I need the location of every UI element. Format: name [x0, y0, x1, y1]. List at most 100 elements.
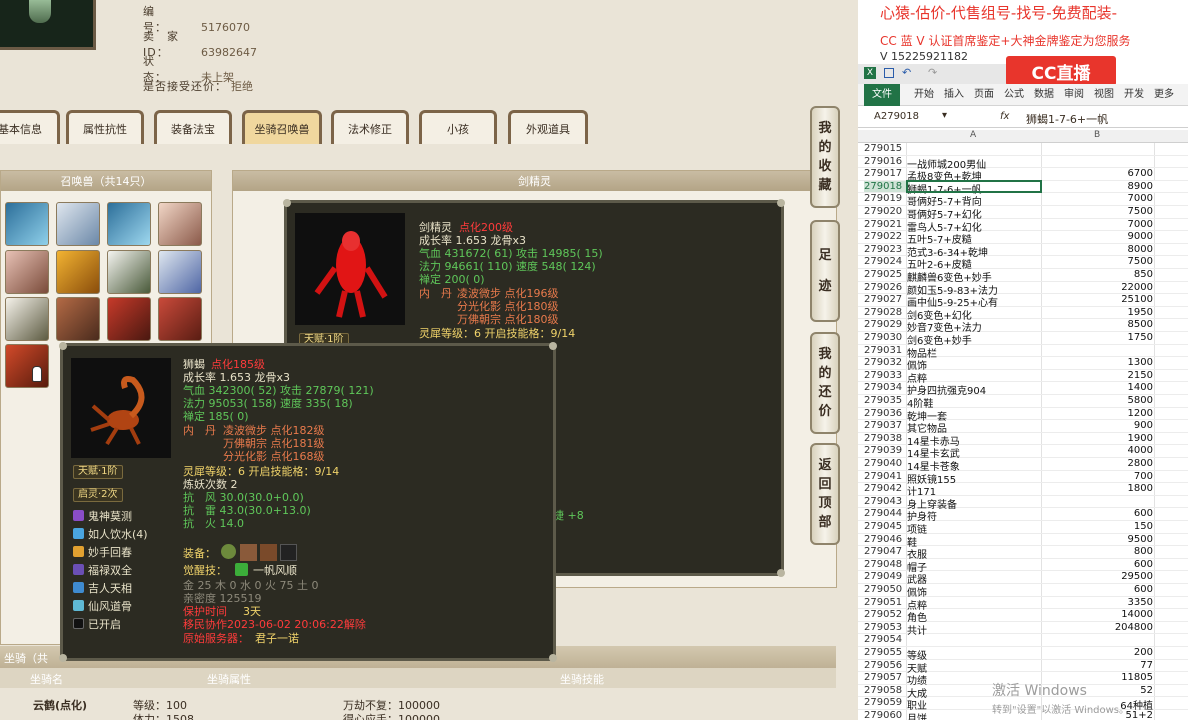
row-number[interactable]: 279018 — [864, 180, 910, 192]
cell-b[interactable]: 7500 — [1041, 206, 1153, 217]
cell-b[interactable]: 8000 — [1041, 244, 1153, 255]
row-number[interactable]: 279056 — [864, 660, 910, 671]
cell-b[interactable]: 4000 — [1041, 445, 1153, 456]
row-number[interactable]: 279038 — [864, 433, 910, 444]
row-number[interactable]: 279058 — [864, 685, 910, 696]
row-number[interactable]: 279043 — [864, 496, 910, 507]
row-number[interactable]: 279023 — [864, 244, 910, 255]
row-number[interactable]: 279060 — [864, 710, 910, 720]
chevron-down-icon[interactable]: ▾ — [942, 110, 947, 121]
cell-b[interactable]: 1200 — [1041, 408, 1153, 419]
cell-b[interactable]: 850 — [1041, 269, 1153, 280]
formula-input[interactable]: 狮蝎1-7-6+一帆 — [1026, 111, 1108, 127]
save-icon[interactable] — [884, 68, 894, 78]
cell-b[interactable]: 600 — [1041, 559, 1153, 570]
row-number[interactable]: 279036 — [864, 408, 910, 419]
cell-b[interactable]: 204800 — [1041, 622, 1153, 633]
cell-b[interactable]: 1900 — [1041, 433, 1153, 444]
name-box[interactable]: A279018 — [874, 111, 919, 122]
cell-b[interactable]: 1400 — [1041, 382, 1153, 393]
row-number[interactable]: 279040 — [864, 458, 910, 469]
col-header-a[interactable]: A — [970, 130, 976, 140]
row-number[interactable]: 279031 — [864, 345, 910, 356]
cell-b[interactable]: 3350 — [1041, 597, 1153, 608]
row-number[interactable]: 279051 — [864, 597, 910, 608]
summon-thumb[interactable] — [107, 202, 151, 246]
row-number[interactable]: 279035 — [864, 395, 910, 406]
redo-icon[interactable]: ↷ — [928, 66, 937, 79]
footprint-button[interactable]: 足迹 — [810, 220, 840, 322]
row-number[interactable]: 279054 — [864, 634, 910, 645]
ribbon-tab-developer[interactable]: 开发 — [1121, 84, 1147, 106]
ribbon-tab-view[interactable]: 视图 — [1091, 84, 1117, 106]
row-number[interactable]: 279039 — [864, 445, 910, 456]
summon-thumb[interactable] — [158, 250, 202, 294]
ribbon-tab-insert[interactable]: 插入 — [941, 84, 967, 106]
row-number[interactable]: 279053 — [864, 622, 910, 633]
summon-thumb[interactable] — [158, 202, 202, 246]
row-number[interactable]: 279050 — [864, 584, 910, 595]
summon-thumb[interactable] — [158, 297, 202, 341]
row-number[interactable]: 279047 — [864, 546, 910, 557]
row-number[interactable]: 279026 — [864, 282, 910, 293]
summon-thumb[interactable] — [56, 297, 100, 341]
tab-mount-summon[interactable]: 坐骑召唤兽 — [242, 110, 322, 144]
cell-b[interactable]: 8900 — [1041, 181, 1153, 192]
cell-b[interactable]: 7000 — [1041, 193, 1153, 204]
row-number[interactable]: 279021 — [864, 219, 910, 230]
summon-thumb[interactable] — [5, 202, 49, 246]
tab-child[interactable]: 小孩 — [419, 110, 497, 144]
summon-thumb-selected[interactable] — [5, 344, 49, 388]
cell-b[interactable]: 700 — [1041, 471, 1153, 482]
cell-b[interactable]: 900 — [1041, 420, 1153, 431]
cell-b[interactable]: 2150 — [1041, 370, 1153, 381]
cell-b[interactable]: 7000 — [1041, 219, 1153, 230]
row-number[interactable]: 279032 — [864, 357, 910, 368]
cell-b[interactable]: 1750 — [1041, 332, 1153, 343]
my-favorites-button[interactable]: 我的收藏 — [810, 106, 840, 208]
summon-thumb[interactable] — [56, 202, 100, 246]
tab-basic-info[interactable]: 基本信息 — [0, 110, 60, 144]
row-number[interactable]: 279048 — [864, 559, 910, 570]
cell-b[interactable]: 200 — [1041, 647, 1153, 658]
summon-thumb[interactable] — [107, 297, 151, 341]
row-number[interactable]: 279022 — [864, 231, 910, 242]
row-number[interactable]: 279024 — [864, 256, 910, 267]
cell-b[interactable]: 1800 — [1041, 483, 1153, 494]
row-number[interactable]: 279052 — [864, 609, 910, 620]
row-number[interactable]: 279059 — [864, 697, 910, 708]
cell-b[interactable]: 77 — [1041, 660, 1153, 671]
tab-equipment[interactable]: 装备法宝 — [154, 110, 232, 144]
row-number[interactable]: 279029 — [864, 319, 910, 330]
tab-spell-correction[interactable]: 法术修正 — [331, 110, 409, 144]
row-number[interactable]: 279033 — [864, 370, 910, 381]
back-to-top-button[interactable]: 返回顶部 — [810, 443, 840, 545]
my-bargain-button[interactable]: 我的还价 — [810, 332, 840, 434]
ribbon-tab-review[interactable]: 审阅 — [1061, 84, 1087, 106]
row-number[interactable]: 279015 — [864, 143, 910, 154]
cell-b[interactable]: 8500 — [1041, 319, 1153, 330]
cell-b[interactable]: 7500 — [1041, 256, 1153, 267]
cell-b[interactable]: 150 — [1041, 521, 1153, 532]
cell-b[interactable]: 5800 — [1041, 395, 1153, 406]
cell-b[interactable]: 29500 — [1041, 571, 1153, 582]
row-number[interactable]: 279049 — [864, 571, 910, 582]
row-number[interactable]: 279055 — [864, 647, 910, 658]
row-number[interactable]: 279030 — [864, 332, 910, 343]
cell-b[interactable]: 9000 — [1041, 231, 1153, 242]
ribbon-tab-more[interactable]: 更多 — [1151, 84, 1177, 106]
cell-b[interactable]: 25100 — [1041, 294, 1153, 305]
row-number[interactable]: 279037 — [864, 420, 910, 431]
row-number[interactable]: 279027 — [864, 294, 910, 305]
row-number[interactable]: 279020 — [864, 206, 910, 217]
cell-b[interactable]: 800 — [1041, 546, 1153, 557]
row-number[interactable]: 279034 — [864, 382, 910, 393]
ribbon-tab-formula[interactable]: 公式 — [1001, 84, 1027, 106]
summon-thumb[interactable] — [107, 250, 151, 294]
cell-b[interactable]: 2800 — [1041, 458, 1153, 469]
cell-b[interactable]: 600 — [1041, 584, 1153, 595]
row-number[interactable]: 279057 — [864, 672, 910, 683]
row-number[interactable]: 279025 — [864, 269, 910, 280]
ribbon-tab-data[interactable]: 数据 — [1031, 84, 1057, 106]
cell-b[interactable]: 9500 — [1041, 534, 1153, 545]
